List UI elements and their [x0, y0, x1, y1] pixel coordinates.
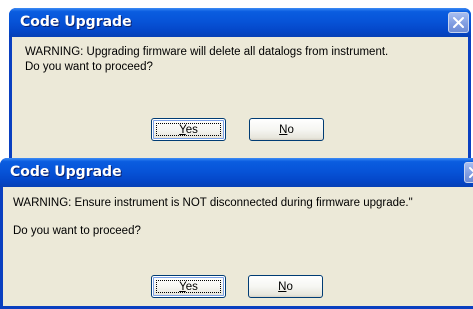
close-icon — [469, 167, 473, 178]
yes-button[interactable]: Yes — [151, 118, 226, 141]
warning-message: WARNING: Upgrading firmware will delete … — [25, 46, 389, 58]
title-bar[interactable]: Code Upgrade — [0, 158, 473, 187]
no-button-label: No — [279, 123, 294, 136]
yes-button[interactable]: Yes — [151, 275, 226, 298]
code-upgrade-dialog-2: Code Upgrade WARNING: Ensure instrument … — [0, 158, 473, 309]
proceed-question: Do you want to proceed? — [13, 225, 141, 237]
no-button-label: No — [278, 280, 293, 293]
dialog-title: Code Upgrade — [20, 14, 132, 30]
code-upgrade-dialog-1: Code Upgrade WARNING: Upgrading firmware… — [9, 8, 471, 164]
dialog-client-area: WARNING: Ensure instrument is NOT discon… — [3, 187, 473, 306]
screenshot-stage: Code Upgrade WARNING: Upgrading firmware… — [0, 0, 473, 309]
yes-button-label: Yes — [179, 280, 198, 293]
no-button[interactable]: No — [249, 118, 324, 141]
proceed-question: Do you want to proceed? — [25, 61, 153, 73]
dialog-title: Code Upgrade — [10, 164, 122, 180]
yes-button-label: Yes — [179, 123, 198, 136]
no-button[interactable]: No — [248, 275, 323, 298]
close-icon — [453, 17, 464, 28]
title-bar[interactable]: Code Upgrade — [9, 8, 471, 37]
close-button[interactable] — [464, 162, 473, 183]
dialog-client-area: WARNING: Upgrading firmware will delete … — [12, 37, 468, 161]
close-button[interactable] — [448, 12, 469, 33]
warning-message: WARNING: Ensure instrument is NOT discon… — [13, 197, 413, 209]
